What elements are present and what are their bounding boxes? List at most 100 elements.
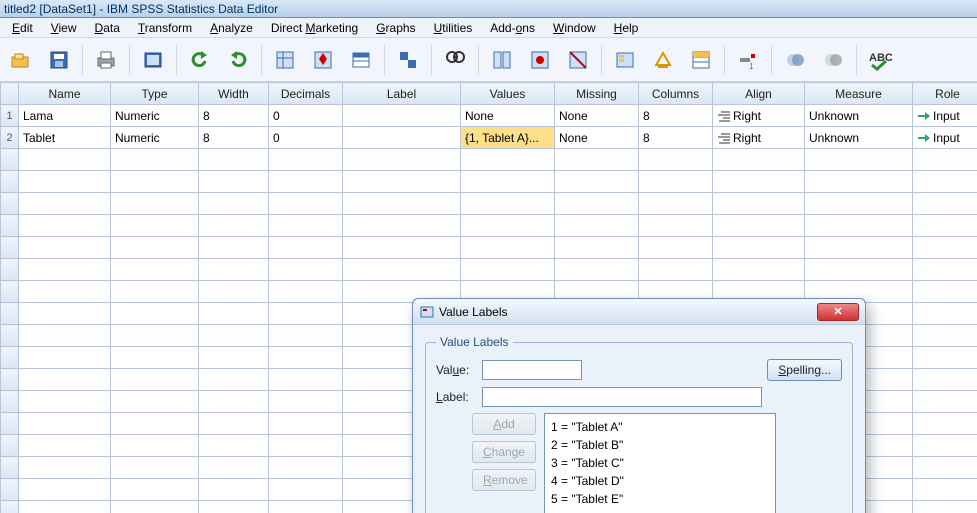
cell-empty[interactable] xyxy=(199,193,269,215)
cell-empty[interactable] xyxy=(269,479,343,501)
menu-transform[interactable]: Transform xyxy=(130,19,200,37)
col-missing[interactable]: Missing xyxy=(555,83,639,105)
cell-type[interactable]: Numeric xyxy=(111,127,199,149)
cell-empty[interactable] xyxy=(19,149,111,171)
cell-empty[interactable] xyxy=(555,259,639,281)
cell-empty[interactable] xyxy=(913,435,977,457)
cell-empty[interactable] xyxy=(555,171,639,193)
row-number[interactable] xyxy=(1,303,19,325)
close-icon[interactable]: ✕ xyxy=(817,303,859,321)
dialog-titlebar[interactable]: Value Labels ✕ xyxy=(413,299,865,325)
cell-empty[interactable] xyxy=(199,435,269,457)
cell-empty[interactable] xyxy=(111,435,199,457)
cell-empty[interactable] xyxy=(269,303,343,325)
row-number[interactable] xyxy=(1,325,19,347)
cell-empty[interactable] xyxy=(111,259,199,281)
cell-empty[interactable] xyxy=(199,215,269,237)
select-cases-icon[interactable] xyxy=(561,43,595,77)
redo-icon[interactable] xyxy=(221,43,255,77)
cell-empty[interactable] xyxy=(19,457,111,479)
cell-empty[interactable] xyxy=(713,193,805,215)
cell-name[interactable]: Lama xyxy=(19,105,111,127)
cell-empty[interactable] xyxy=(199,369,269,391)
cell-empty[interactable] xyxy=(269,281,343,303)
row-number[interactable] xyxy=(1,457,19,479)
variables-icon[interactable] xyxy=(344,43,378,77)
cell-empty[interactable] xyxy=(461,215,555,237)
cell-empty[interactable] xyxy=(913,369,977,391)
cell-columns[interactable]: 8 xyxy=(639,105,713,127)
spellcheck-icon[interactable]: ABC xyxy=(863,43,897,77)
row-number[interactable] xyxy=(1,391,19,413)
cell-empty[interactable] xyxy=(111,281,199,303)
sets-overlap-icon[interactable] xyxy=(778,43,812,77)
cell-empty[interactable] xyxy=(269,325,343,347)
cell-empty[interactable] xyxy=(111,347,199,369)
cell-empty[interactable] xyxy=(913,413,977,435)
cell-empty[interactable] xyxy=(199,303,269,325)
cell-empty[interactable] xyxy=(713,259,805,281)
cell-label[interactable] xyxy=(343,105,461,127)
cell-empty[interactable] xyxy=(199,237,269,259)
cell-role[interactable]: Input xyxy=(913,127,977,149)
cell-empty[interactable] xyxy=(343,215,461,237)
cell-empty[interactable] xyxy=(461,149,555,171)
menu-analyze[interactable]: Analyze xyxy=(202,19,261,37)
col-values[interactable]: Values xyxy=(461,83,555,105)
cell-empty[interactable] xyxy=(19,479,111,501)
row-number[interactable] xyxy=(1,215,19,237)
cell-width[interactable]: 8 xyxy=(199,127,269,149)
weight-cases-icon[interactable] xyxy=(523,43,557,77)
cell-empty[interactable] xyxy=(19,193,111,215)
cell-empty[interactable] xyxy=(555,215,639,237)
cell-empty[interactable] xyxy=(639,215,713,237)
cell-empty[interactable] xyxy=(111,303,199,325)
cell-empty[interactable] xyxy=(913,193,977,215)
cell-empty[interactable] xyxy=(639,193,713,215)
cell-empty[interactable] xyxy=(913,479,977,501)
cell-empty[interactable] xyxy=(713,149,805,171)
split-file-icon[interactable] xyxy=(485,43,519,77)
cell-empty[interactable] xyxy=(269,215,343,237)
row-number[interactable]: 2 xyxy=(1,127,19,149)
cell-empty[interactable] xyxy=(199,479,269,501)
cell-empty[interactable] xyxy=(805,215,913,237)
cell-align[interactable]: Right xyxy=(713,127,805,149)
cell-empty[interactable] xyxy=(19,259,111,281)
use-sets-icon[interactable] xyxy=(646,43,680,77)
cell-empty[interactable] xyxy=(269,413,343,435)
recall-dialog-icon[interactable] xyxy=(136,43,170,77)
cell-empty[interactable] xyxy=(555,193,639,215)
cell-name[interactable]: Tablet xyxy=(19,127,111,149)
cell-empty[interactable] xyxy=(913,501,977,513)
cell-empty[interactable] xyxy=(19,435,111,457)
value-input[interactable] xyxy=(482,360,582,380)
goto-variable-icon[interactable] xyxy=(306,43,340,77)
cell-values[interactable]: None xyxy=(461,105,555,127)
col-columns[interactable]: Columns xyxy=(639,83,713,105)
cell-missing[interactable]: None xyxy=(555,127,639,149)
cell-empty[interactable] xyxy=(269,435,343,457)
cell-empty[interactable] xyxy=(111,149,199,171)
list-item[interactable]: 4 = "Tablet D" xyxy=(551,472,769,490)
value-labels-list[interactable]: 1 = "Tablet A"2 = "Tablet B"3 = "Tablet … xyxy=(544,413,776,513)
cell-empty[interactable] xyxy=(269,457,343,479)
cell-empty[interactable] xyxy=(19,413,111,435)
cell-empty[interactable] xyxy=(343,237,461,259)
col-label[interactable]: Label xyxy=(343,83,461,105)
cell-empty[interactable] xyxy=(199,259,269,281)
cell-empty[interactable] xyxy=(19,215,111,237)
cell-empty[interactable] xyxy=(111,171,199,193)
open-icon[interactable] xyxy=(4,43,38,77)
cell-empty[interactable] xyxy=(913,149,977,171)
spelling-button[interactable]: Spelling... xyxy=(767,359,842,381)
cell-empty[interactable] xyxy=(269,259,343,281)
cell-empty[interactable] xyxy=(111,413,199,435)
remove-button[interactable]: Remove xyxy=(472,469,536,491)
menu-direct-marketing[interactable]: Direct Marketing xyxy=(263,19,366,37)
cell-empty[interactable] xyxy=(805,149,913,171)
cell-empty[interactable] xyxy=(19,347,111,369)
label-input[interactable] xyxy=(482,387,762,407)
col-align[interactable]: Align xyxy=(713,83,805,105)
cell-measure[interactable]: Unknown xyxy=(805,105,913,127)
